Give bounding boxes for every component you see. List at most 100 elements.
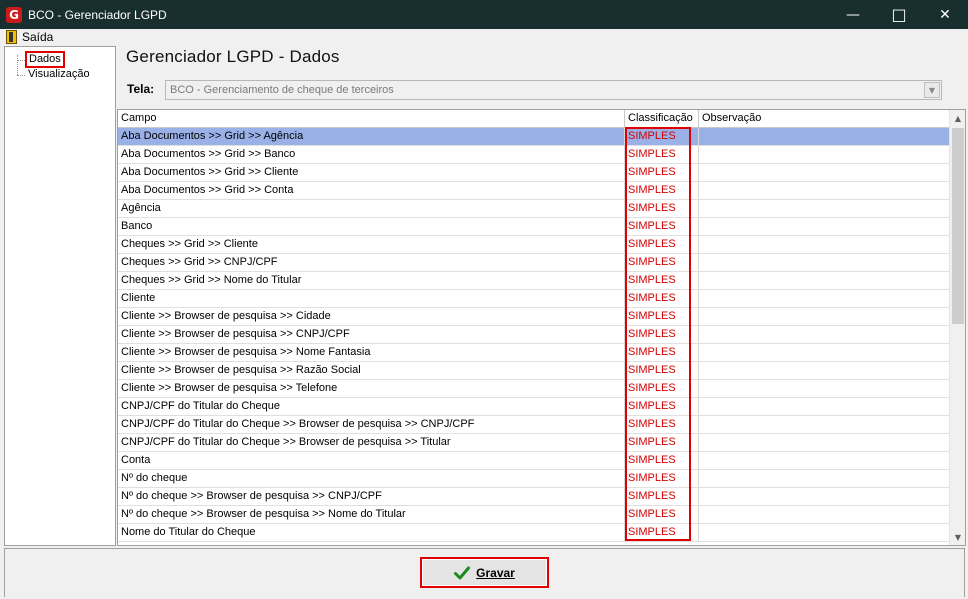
table-row[interactable]: Cliente >> Browser de pesquisa >> CNPJ/C…: [118, 326, 950, 344]
table-row[interactable]: Cliente SIMPLES: [118, 290, 950, 308]
cell-observacao[interactable]: [699, 380, 950, 397]
cell-observacao[interactable]: [699, 398, 950, 415]
table-row[interactable]: Cliente >> Browser de pesquisa >> Nome F…: [118, 344, 950, 362]
cell-classificacao[interactable]: SIMPLES: [625, 398, 699, 415]
cell-classificacao[interactable]: SIMPLES: [625, 434, 699, 451]
cell-classificacao[interactable]: SIMPLES: [625, 506, 699, 523]
cell-observacao[interactable]: [699, 524, 950, 541]
table-row[interactable]: Aba Documentos >> Grid >> Banco SIMPLES: [118, 146, 950, 164]
column-header-classificacao[interactable]: Classificação: [625, 110, 699, 127]
tree-item-dados[interactable]: Dados: [25, 51, 65, 68]
column-header-observacao[interactable]: Observação: [699, 110, 950, 127]
scrollbar-thumb[interactable]: [952, 128, 964, 324]
cell-observacao[interactable]: [699, 254, 950, 271]
tree-item-visualizacao[interactable]: Visualização: [28, 68, 90, 80]
chevron-down-icon[interactable]: ▼: [924, 82, 940, 98]
cell-observacao[interactable]: [699, 470, 950, 487]
column-header-campo[interactable]: Campo: [118, 110, 625, 127]
cell-observacao[interactable]: [699, 326, 950, 343]
cell-classificacao[interactable]: SIMPLES: [625, 308, 699, 325]
table-row[interactable]: Cliente >> Browser de pesquisa >> Cidade…: [118, 308, 950, 326]
table-row[interactable]: Nº do cheque >> Browser de pesquisa >> N…: [118, 506, 950, 524]
scroll-up-icon[interactable]: ▲: [950, 110, 965, 126]
save-button[interactable]: Gravar: [420, 557, 549, 588]
cell-observacao[interactable]: [699, 200, 950, 217]
table-row[interactable]: CNPJ/CPF do Titular do Cheque >> Browser…: [118, 416, 950, 434]
cell-observacao[interactable]: [699, 290, 950, 307]
cell-classificacao[interactable]: SIMPLES: [625, 200, 699, 217]
cell-classificacao[interactable]: SIMPLES: [625, 164, 699, 181]
cell-observacao[interactable]: [699, 218, 950, 235]
table-row[interactable]: Cheques >> Grid >> Cliente SIMPLES: [118, 236, 950, 254]
window-controls: — □ ✕: [830, 0, 968, 29]
cell-classificacao[interactable]: SIMPLES: [625, 326, 699, 343]
cell-classificacao[interactable]: SIMPLES: [625, 380, 699, 397]
table-row[interactable]: CNPJ/CPF do Titular do Cheque >> Browser…: [118, 434, 950, 452]
screen-select-value: BCO - Gerenciamento de cheque de terceir…: [170, 84, 394, 96]
cell-classificacao[interactable]: SIMPLES: [625, 416, 699, 433]
table-row[interactable]: Conta SIMPLES: [118, 452, 950, 470]
table-row[interactable]: Cliente >> Browser de pesquisa >> Razão …: [118, 362, 950, 380]
table-row[interactable]: Aba Documentos >> Grid >> Cliente SIMPLES: [118, 164, 950, 182]
cell-observacao[interactable]: [699, 146, 950, 163]
table-row[interactable]: CNPJ/CPF do Titular do Cheque SIMPLES: [118, 398, 950, 416]
cell-observacao[interactable]: [699, 344, 950, 361]
exit-menu-item[interactable]: Saída: [6, 30, 53, 44]
cell-classificacao[interactable]: SIMPLES: [625, 344, 699, 361]
cell-campo: Aba Documentos >> Grid >> Banco: [118, 146, 625, 163]
cell-campo: Nº do cheque >> Browser de pesquisa >> N…: [118, 506, 625, 523]
cell-observacao[interactable]: [699, 236, 950, 253]
cell-campo: CNPJ/CPF do Titular do Cheque >> Browser…: [118, 416, 625, 433]
vertical-scrollbar[interactable]: ▲ ▼: [949, 110, 965, 545]
checkmark-icon: [454, 566, 471, 579]
table-row[interactable]: Nº do cheque SIMPLES: [118, 470, 950, 488]
table-row[interactable]: Banco SIMPLES: [118, 218, 950, 236]
grid-rows: Aba Documentos >> Grid >> Agência SIMPLES…: [118, 128, 950, 542]
table-row[interactable]: Cheques >> Grid >> Nome do Titular SIMPLE…: [118, 272, 950, 290]
cell-observacao[interactable]: [699, 272, 950, 289]
tree-connector: [17, 55, 18, 75]
cell-classificacao[interactable]: SIMPLES: [625, 182, 699, 199]
cell-campo: Cliente >> Browser de pesquisa >> Cidade: [118, 308, 625, 325]
table-row[interactable]: Agência SIMPLES: [118, 200, 950, 218]
cell-classificacao[interactable]: SIMPLES: [625, 218, 699, 235]
table-row[interactable]: Nº do cheque >> Browser de pesquisa >> C…: [118, 488, 950, 506]
cell-observacao[interactable]: [699, 164, 950, 181]
fields-grid: Campo Classificação Observação Aba Docum…: [117, 109, 966, 546]
cell-campo: Cliente >> Browser de pesquisa >> Razão …: [118, 362, 625, 379]
cell-classificacao[interactable]: SIMPLES: [625, 290, 699, 307]
cell-observacao[interactable]: [699, 182, 950, 199]
cell-observacao[interactable]: [699, 434, 950, 451]
cell-classificacao[interactable]: SIMPLES: [625, 146, 699, 163]
minimize-icon: —: [846, 6, 860, 23]
cell-classificacao[interactable]: SIMPLES: [625, 524, 699, 541]
table-row[interactable]: Cliente >> Browser de pesquisa >> Telefo…: [118, 380, 950, 398]
close-button[interactable]: ✕: [922, 0, 968, 29]
cell-classificacao[interactable]: SIMPLES: [625, 362, 699, 379]
cell-classificacao[interactable]: SIMPLES: [625, 254, 699, 271]
cell-observacao[interactable]: [699, 506, 950, 523]
cell-observacao[interactable]: [699, 488, 950, 505]
cell-classificacao[interactable]: SIMPLES: [625, 470, 699, 487]
cell-classificacao[interactable]: SIMPLES: [625, 272, 699, 289]
cell-campo: Nº do cheque >> Browser de pesquisa >> C…: [118, 488, 625, 505]
cell-classificacao[interactable]: SIMPLES: [625, 236, 699, 253]
cell-observacao[interactable]: [699, 128, 950, 145]
maximize-button[interactable]: □: [876, 0, 922, 29]
cell-observacao[interactable]: [699, 362, 950, 379]
screen-label: Tela:: [127, 82, 155, 96]
cell-classificacao[interactable]: SIMPLES: [625, 488, 699, 505]
cell-observacao[interactable]: [699, 452, 950, 469]
cell-observacao[interactable]: [699, 416, 950, 433]
screen-select[interactable]: BCO - Gerenciamento de cheque de terceir…: [165, 80, 942, 100]
cell-observacao[interactable]: [699, 308, 950, 325]
cell-classificacao[interactable]: SIMPLES: [625, 452, 699, 469]
table-row[interactable]: Aba Documentos >> Grid >> Agência SIMPLES: [118, 128, 950, 146]
table-row[interactable]: Nome do Titular do Cheque SIMPLES: [118, 524, 950, 542]
table-row[interactable]: Aba Documentos >> Grid >> Conta SIMPLES: [118, 182, 950, 200]
app-logo-icon: G: [6, 6, 22, 23]
table-row[interactable]: Cheques >> Grid >> CNPJ/CPF SIMPLES: [118, 254, 950, 272]
cell-classificacao[interactable]: SIMPLES: [625, 128, 699, 145]
minimize-button[interactable]: —: [830, 0, 876, 29]
scroll-down-icon[interactable]: ▼: [950, 529, 965, 545]
